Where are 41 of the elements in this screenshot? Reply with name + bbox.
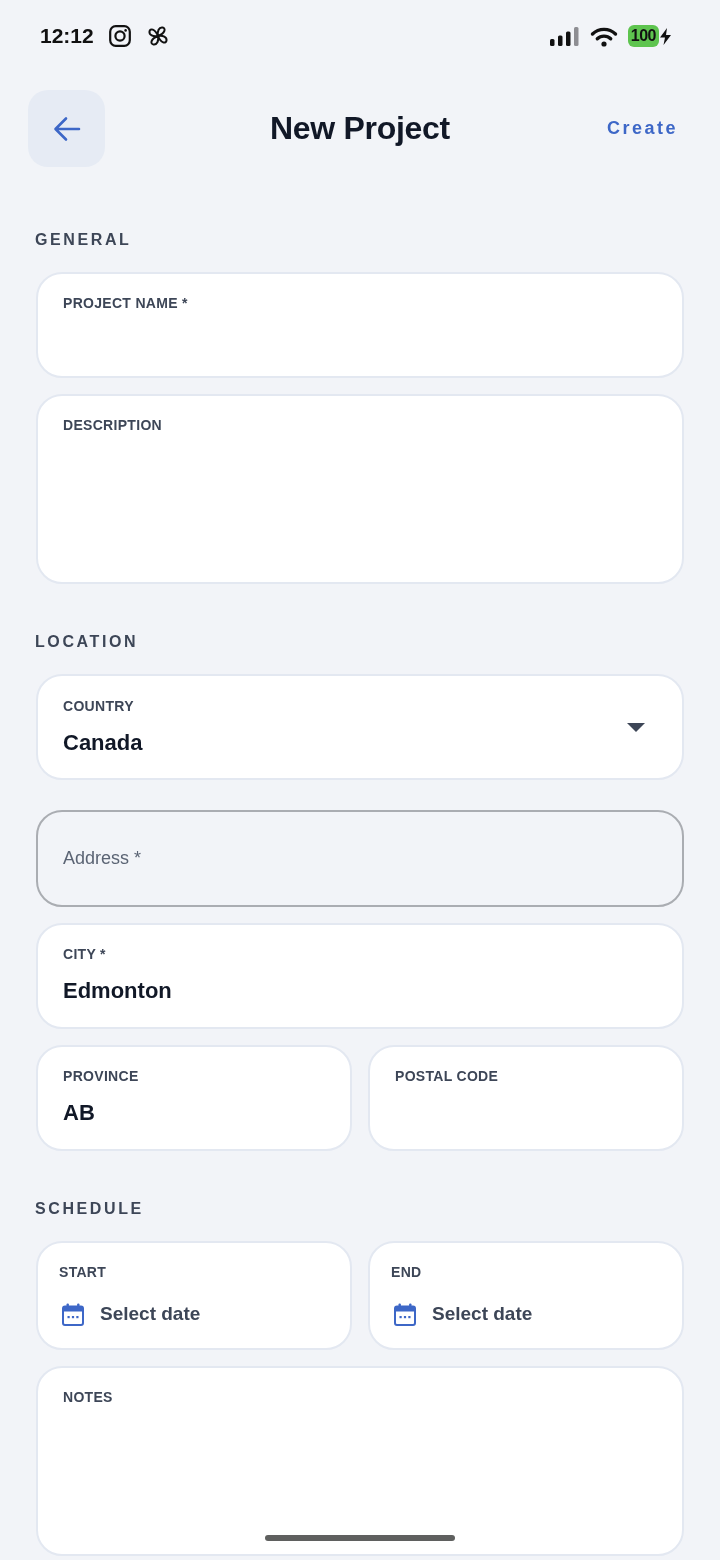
page-title: New Project — [270, 110, 450, 147]
text-field[interactable]: POSTAL CODE — [368, 1045, 684, 1151]
date-field[interactable]: END Select date — [368, 1241, 684, 1350]
dropdown-field[interactable]: COUNTRY Canada — [36, 674, 684, 780]
field-label: COUNTRY — [63, 697, 134, 716]
field-label: DESCRIPTION — [63, 416, 162, 435]
text-field[interactable]: PROVINCE AB — [36, 1045, 352, 1151]
pinwheel-icon — [145, 24, 170, 48]
section-title: SCHEDULE — [35, 1199, 144, 1219]
dropdown-value: Canada — [63, 729, 143, 757]
calendar-icon — [394, 1302, 416, 1326]
field-label: PROVINCE — [63, 1067, 139, 1086]
field-label: POSTAL CODE — [395, 1067, 499, 1086]
text-area-field[interactable]: DESCRIPTION — [36, 394, 684, 584]
field-label: START — [59, 1263, 107, 1282]
text-field[interactable]: PROJECT NAME * — [36, 272, 684, 378]
text-area-field[interactable]: NOTES — [36, 1366, 684, 1556]
field-label: PROJECT NAME * — [63, 294, 188, 313]
back-arrow-icon — [52, 115, 81, 142]
field-label: NOTES — [63, 1388, 113, 1407]
field-label: END — [391, 1263, 422, 1282]
camera-icon — [108, 25, 131, 47]
status-time: 12:12 — [40, 24, 94, 48]
field-value: Edmonton — [63, 977, 172, 1005]
calendar-icon — [62, 1302, 84, 1326]
field-label: CITY * — [63, 945, 106, 964]
section-title: GENERAL — [35, 230, 132, 250]
back-button[interactable] — [28, 90, 105, 167]
field-placeholder: Address * — [63, 848, 142, 869]
wifi-icon — [589, 25, 618, 47]
signal-icon — [549, 26, 580, 46]
caret-icon — [627, 722, 645, 732]
select-date-button[interactable]: Select date — [59, 1300, 201, 1328]
battery-level: 100 — [627, 25, 659, 47]
section-title: LOCATION — [35, 632, 139, 652]
create-button[interactable]: Create — [606, 118, 678, 139]
text-field[interactable]: Address * — [36, 810, 684, 907]
text-field[interactable]: CITY * Edmonton — [36, 923, 684, 1029]
date-field[interactable]: START Select date — [36, 1241, 352, 1350]
select-date-button[interactable]: Select date — [391, 1300, 533, 1328]
field-value: AB — [63, 1099, 95, 1127]
